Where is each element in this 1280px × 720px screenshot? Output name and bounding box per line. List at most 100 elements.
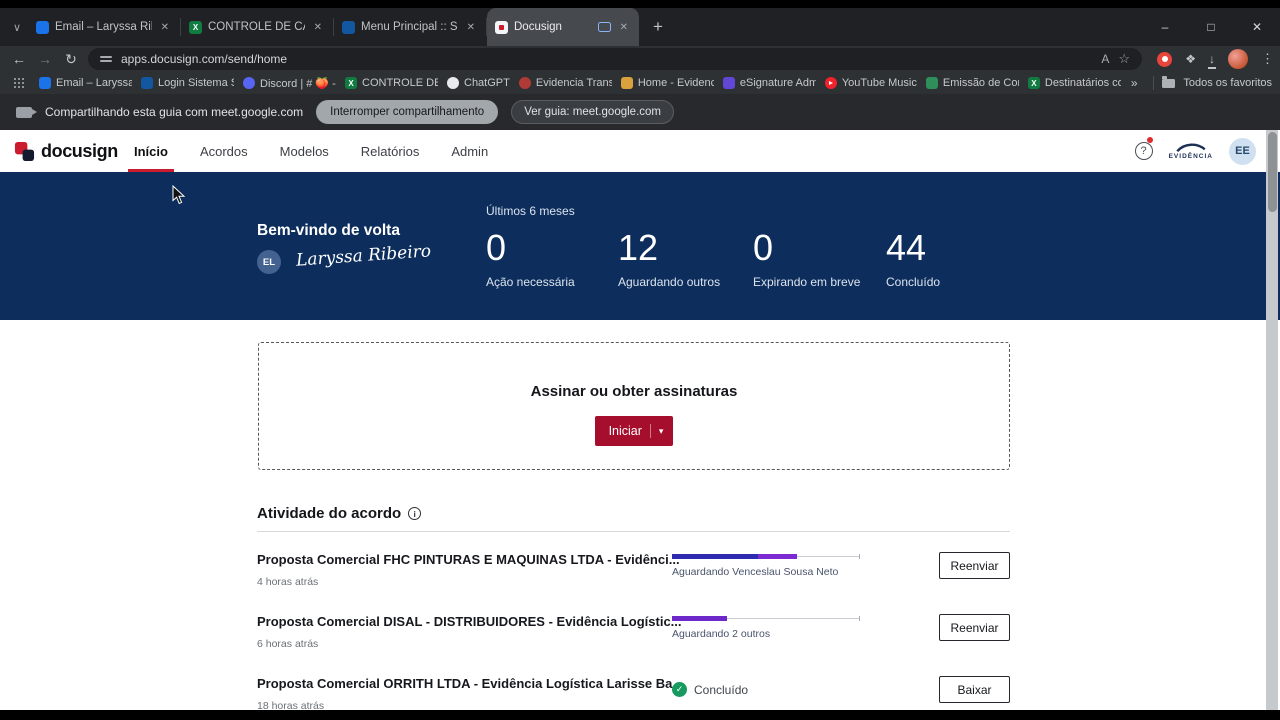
org-logo-swoosh [1176, 143, 1206, 152]
maximize-button[interactable]: □ [1188, 8, 1234, 46]
bookmark-item[interactable]: YouTube Music [824, 77, 917, 89]
screen: ∨ Email – Laryssa Ribeiro - Outlo ✕ CONT… [0, 0, 1280, 720]
docusign-favicon [495, 20, 508, 34]
docusign-logo-mark [14, 141, 35, 161]
bookmark-item[interactable]: Home - Evidencia Log [620, 77, 714, 89]
bookmark-item[interactable]: Email – Laryssa Ribe... [39, 77, 132, 89]
folder-icon [1162, 76, 1176, 88]
bookmarks-overflow-icon[interactable]: » [1131, 76, 1138, 90]
bookmark-item[interactable]: CONTROLE DE CAD... [345, 77, 438, 89]
bookmark-label: Discord | # 🍑 -be... [260, 77, 336, 90]
back-icon[interactable]: ← [8, 48, 30, 70]
stat-value: 44 [886, 227, 927, 268]
stat-value: 12 [618, 227, 659, 268]
bookmark-item[interactable]: Login Sistema SSW L... [141, 77, 234, 89]
all-favorites[interactable]: Todos os favoritos [1153, 72, 1272, 94]
download-button[interactable]: Baixar [939, 676, 1010, 703]
chevron-down-icon[interactable]: ▾ [659, 426, 664, 437]
address-bar[interactable]: apps.docusign.com/send/home A ☆ [88, 48, 1142, 70]
tab-sharing-indicator-icon [597, 22, 611, 32]
reload-icon[interactable]: ↻ [60, 48, 82, 70]
help-icon[interactable]: ? [1134, 137, 1153, 160]
url-text[interactable]: apps.docusign.com/send/home [121, 52, 1092, 66]
info-icon[interactable]: i [408, 507, 422, 520]
nav-inicio[interactable]: Início [118, 130, 184, 172]
profile-avatar[interactable] [1228, 49, 1248, 69]
stop-sharing-button[interactable]: Interromper compartilhamento [316, 100, 499, 124]
minimize-button[interactable]: – [1142, 8, 1188, 46]
org-logo: EVIDÊNCIA [1169, 142, 1213, 161]
notification-dot [1146, 137, 1153, 143]
bookmark-item[interactable]: Destinatários com T... [1027, 77, 1121, 89]
agreement-time: 4 horas atrás [257, 576, 319, 588]
tab-title: Docusign [514, 21, 562, 33]
status-caption: Aguardando Venceslau Sousa Neto [672, 566, 839, 578]
help-glyph: ? [1140, 145, 1147, 157]
extensions-icon[interactable]: ❖ [1185, 52, 1196, 66]
divider [1153, 76, 1155, 90]
tab-ssw[interactable]: Menu Principal :: SSW Sistema ✕ [334, 8, 486, 46]
close-icon[interactable]: ✕ [464, 21, 478, 34]
account-avatar[interactable]: EE [1229, 137, 1256, 165]
nav-modelos[interactable]: Modelos [264, 130, 345, 172]
tab-title: Menu Principal :: SSW Sistema [361, 21, 458, 33]
bookmark-label: YouTube Music [841, 77, 917, 89]
docusign-logo[interactable]: docusign [14, 130, 118, 172]
browser-toolbar: ← → ↻ apps.docusign.com/send/home A ☆ ❖ … [0, 46, 1280, 72]
header-right: ? EVIDÊNCIA EE [1134, 130, 1256, 172]
bookmark-item[interactable]: Emissão de Compro... [925, 77, 1019, 89]
close-icon[interactable]: ✕ [617, 21, 631, 34]
tab-excel[interactable]: CONTROLE DE CADASTRO.xlsx ✕ [181, 8, 333, 46]
stat-value: 0 [753, 227, 774, 268]
close-window-button[interactable]: ✕ [1234, 8, 1280, 46]
agreement-time: 6 horas atrás [257, 638, 319, 650]
bookmark-item[interactable]: Discord | # 🍑 -be... [243, 77, 336, 90]
bookmark-label: Email – Laryssa Ribe... [56, 77, 132, 89]
site-settings-icon[interactable] [100, 54, 112, 64]
toolbar-right-icons: ❖ ↓ ⋮ [1157, 46, 1274, 72]
bookmark-star-icon[interactable]: ☆ [1118, 51, 1130, 67]
translate-icon[interactable]: A [1101, 52, 1109, 66]
excel-favicon [189, 20, 202, 34]
agreement-title[interactable]: Proposta Comercial ORRITH LTDA - Evidênc… [257, 676, 683, 691]
new-tab-button[interactable]: + [645, 14, 671, 40]
downloads-icon[interactable]: ↓ [1208, 53, 1216, 69]
close-icon[interactable]: ✕ [158, 21, 172, 34]
tab-search-icon[interactable]: ∨ [6, 16, 28, 38]
ssw-favicon [342, 20, 355, 34]
apps-grid-icon[interactable] [8, 72, 30, 94]
all-favorites-label: Todos os favoritos [1183, 77, 1272, 89]
progress-segment-purple [758, 554, 797, 559]
tab-email[interactable]: Email – Laryssa Ribeiro - Outlo ✕ [28, 8, 180, 46]
close-icon[interactable]: ✕ [311, 21, 325, 34]
resend-button[interactable]: Reenviar [939, 614, 1010, 641]
browser-menu-icon[interactable]: ⋮ [1261, 51, 1274, 67]
main-nav: Início Acordos Modelos Relatórios Admin [118, 130, 504, 172]
sign-cta-box: Assinar ou obter assinaturas Iniciar ▾ [258, 342, 1010, 470]
agreement-title[interactable]: Proposta Comercial FHC PINTURAS E MAQUIN… [257, 552, 680, 567]
view-tab-button[interactable]: Ver guia: meet.google.com [511, 100, 674, 124]
page-scrollbar[interactable] [1266, 130, 1278, 710]
org-name: EVIDÊNCIA [1168, 152, 1213, 160]
agreement-row: Proposta Comercial FHC PINTURAS E MAQUIN… [257, 552, 1010, 610]
nav-acordos[interactable]: Acordos [184, 130, 264, 172]
forward-icon[interactable]: → [34, 48, 56, 70]
resend-button[interactable]: Reenviar [939, 552, 1010, 579]
tab-docusign-active[interactable]: Docusign ✕ [487, 8, 639, 46]
agreement-title[interactable]: Proposta Comercial DISAL - DISTRIBUIDORE… [257, 614, 682, 629]
bookmark-item[interactable]: Evidencia Transport... [518, 77, 612, 89]
start-button[interactable]: Iniciar ▾ [594, 416, 674, 446]
bookmark-label: Emissão de Compro... [942, 77, 1019, 89]
scrollbar-thumb[interactable] [1267, 132, 1277, 212]
start-button-label: Iniciar [608, 424, 642, 438]
recording-extension-icon[interactable] [1157, 51, 1173, 67]
nav-admin[interactable]: Admin [435, 130, 504, 172]
completed-status: ✓ Concluído [672, 682, 860, 697]
bookmark-item[interactable]: ChatGPT [447, 77, 510, 89]
nav-relatorios[interactable]: Relatórios [345, 130, 436, 172]
evidencia-favicon [518, 77, 531, 89]
activity-divider [257, 531, 1010, 532]
welcome-title: Bem-vindo de volta [257, 222, 400, 239]
bookmark-item[interactable]: eSignature Admin |... [722, 77, 816, 89]
status-caption: Aguardando 2 outros [672, 628, 771, 640]
